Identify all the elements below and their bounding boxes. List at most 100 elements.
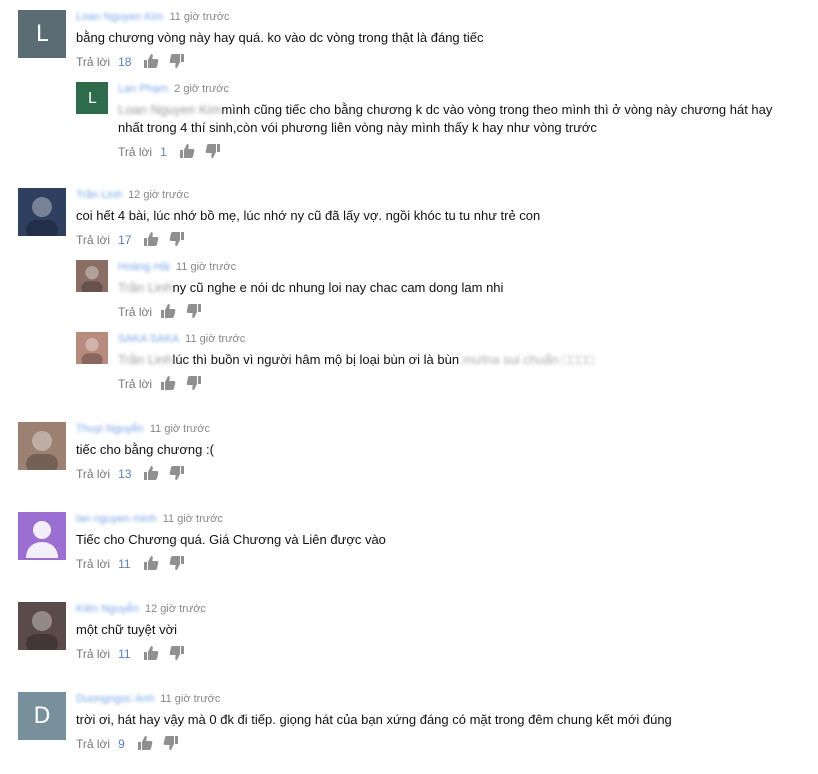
- avatar[interactable]: L: [76, 82, 108, 114]
- avatar-initial: L: [35, 21, 49, 47]
- reply-button[interactable]: Trả lời: [118, 377, 152, 391]
- avatar[interactable]: [18, 422, 66, 470]
- avatar[interactable]: [76, 332, 108, 364]
- comment-actions: Trả lời 1: [118, 142, 798, 162]
- author-name[interactable]: Trần Linh: [76, 189, 122, 201]
- comment-content: ny cũ nghe e nói dc nhung loi nay chac c…: [172, 280, 504, 295]
- comment-body: Trần Linh 12 giờ trước coi hết 4 bài, lúc …: [76, 188, 540, 250]
- comment-content: Tiếc cho Chương quá. Giá Chương và Liên …: [76, 532, 386, 547]
- mention-link[interactable]: Loan Nguyen Kim: [118, 102, 221, 117]
- comment-header: Thuyi Nguyễn 11 giờ trước: [76, 422, 214, 436]
- comment-text: coi hết 4 bài, lúc nhớ bồ mẹ, lúc nhớ ny…: [76, 207, 540, 225]
- thumbs-up-icon[interactable]: [143, 231, 161, 249]
- avatar-initial: D: [33, 703, 51, 729]
- thumbs-down-icon[interactable]: [169, 555, 187, 573]
- comment-header: Hoàng Hải 11 giờ trước: [118, 260, 798, 274]
- thumbs-down-icon[interactable]: [169, 231, 187, 249]
- comment-actions: Trả lời: [118, 374, 798, 394]
- comment-content: tiếc cho bằng chương :(: [76, 442, 214, 457]
- timestamp[interactable]: 11 giờ trước: [150, 423, 210, 435]
- author-name[interactable]: Lan Phạm: [118, 83, 168, 95]
- mention-link[interactable]: Trần Linh: [118, 280, 172, 295]
- comment-header: Trần Linh 12 giờ trước: [76, 188, 540, 202]
- comment-content: trời ơi, hát hay vậy mà 0 đk đi tiếp. gi…: [76, 712, 672, 727]
- thumbs-up-icon[interactable]: [143, 465, 161, 483]
- timestamp[interactable]: 11 giờ trước: [176, 261, 236, 273]
- avatar[interactable]: [18, 188, 66, 236]
- comment-body: SAKA SAKA 11 giờ trước Trần Linhlúc thì bu…: [118, 332, 798, 394]
- avatar[interactable]: L: [18, 10, 66, 58]
- reply-button[interactable]: Trả lời: [76, 55, 110, 69]
- avatar-initial: L: [87, 89, 97, 107]
- thumbs-down-icon[interactable]: [186, 375, 204, 393]
- reply-button[interactable]: Trả lời: [118, 305, 152, 319]
- comment-header: Lan Phạm 2 giờ trước: [118, 82, 798, 96]
- thumbs-down-icon[interactable]: [169, 465, 187, 483]
- comment-body: Lan Phạm 2 giờ trước Loan Nguyen Kimmình c…: [118, 82, 798, 162]
- author-name[interactable]: lan nguyen minh: [76, 513, 157, 525]
- comment-actions: Trả lời 11: [76, 554, 386, 574]
- thumbs-up-icon[interactable]: [143, 645, 161, 663]
- reply-button[interactable]: Trả lời: [118, 145, 152, 159]
- reply-button[interactable]: Trả lời: [76, 233, 110, 247]
- trailing-text: mưlna sui chuẩn □□□□: [462, 352, 594, 367]
- profile-photo: [81, 266, 103, 292]
- avatar[interactable]: [76, 260, 108, 292]
- reply-button[interactable]: Trả lời: [76, 557, 110, 571]
- thumbs-up-icon[interactable]: [137, 735, 155, 753]
- author-name[interactable]: Duongngoc Anh: [76, 693, 154, 705]
- timestamp[interactable]: 11 giờ trước: [185, 333, 245, 345]
- thumbs-down-icon[interactable]: [169, 645, 187, 663]
- timestamp[interactable]: 12 giờ trước: [128, 189, 189, 201]
- reply-button[interactable]: Trả lời: [76, 467, 110, 481]
- thumbs-down-icon[interactable]: [205, 143, 223, 161]
- thumbs-up-icon[interactable]: [179, 143, 197, 161]
- profile-photo: [26, 431, 58, 470]
- author-name[interactable]: Kiên Nguyễn: [76, 603, 139, 615]
- comment-actions: Trả lời 18: [76, 52, 484, 72]
- thumbs-down-icon[interactable]: [169, 53, 187, 71]
- like-count: 11: [118, 557, 131, 571]
- avatar[interactable]: [18, 512, 66, 560]
- comment-actions: Trả lời: [118, 302, 798, 322]
- comment-text: tiếc cho bằng chương :(: [76, 441, 214, 459]
- timestamp[interactable]: 2 giờ trước: [174, 83, 229, 95]
- profile-photo: [26, 611, 58, 650]
- author-name[interactable]: Loan Nguyen Kim: [76, 11, 163, 23]
- comment-text: trời ơi, hát hay vậy mà 0 đk đi tiếp. gi…: [76, 711, 672, 729]
- author-name[interactable]: Hoàng Hải: [118, 261, 170, 273]
- comment-header: Duongngoc Anh 11 giờ trước: [76, 692, 672, 706]
- default-user-icon: [26, 521, 58, 558]
- like-count: 18: [118, 55, 132, 69]
- thumbs-down-icon[interactable]: [163, 735, 181, 753]
- comment-content: coi hết 4 bài, lúc nhớ bồ mẹ, lúc nhớ ny…: [76, 208, 541, 223]
- thumbs-up-icon[interactable]: [143, 53, 161, 71]
- avatar[interactable]: D: [18, 692, 66, 740]
- comment-text: Trần Linhlúc thì buồn vì người hâm mộ bị…: [118, 351, 798, 369]
- reply-button[interactable]: Trả lời: [76, 737, 110, 751]
- timestamp[interactable]: 11 giờ trước: [160, 693, 220, 705]
- comment-actions: Trả lời 9: [76, 734, 672, 754]
- avatar[interactable]: [18, 602, 66, 650]
- author-name[interactable]: Thuyi Nguyễn: [76, 423, 144, 435]
- comment-body: Thuyi Nguyễn 11 giờ trước tiếc cho bằng ch…: [76, 422, 214, 484]
- thumbs-up-icon[interactable]: [143, 555, 161, 573]
- comment-text: Trần Linhny cũ nghe e nói dc nhung loi n…: [118, 279, 798, 297]
- comment-content: bằng chương vòng này hay quá. ko vào dc …: [76, 30, 484, 45]
- profile-photo: [26, 197, 58, 236]
- timestamp[interactable]: 11 giờ trước: [169, 11, 229, 23]
- like-count: 9: [118, 737, 125, 751]
- thumbs-down-icon[interactable]: [186, 303, 204, 321]
- timestamp[interactable]: 12 giờ trước: [145, 603, 206, 615]
- thumbs-up-icon[interactable]: [160, 303, 178, 321]
- mention-link[interactable]: Trần Linh: [118, 352, 172, 367]
- comment-text: Loan Nguyen Kimmình cũng tiếc cho bằng c…: [118, 101, 798, 137]
- author-name[interactable]: SAKA SAKA: [118, 333, 179, 345]
- comment-actions: Trả lời 13: [76, 464, 214, 484]
- reply-button[interactable]: Trả lời: [76, 647, 110, 661]
- comment-header: Kiên Nguyễn 12 giờ trước: [76, 602, 206, 616]
- comment-content: lúc thì buồn vì người hâm mộ bị loại bùn…: [172, 352, 460, 367]
- thumbs-up-icon[interactable]: [160, 375, 178, 393]
- comment-text: bằng chương vòng này hay quá. ko vào dc …: [76, 29, 484, 47]
- timestamp[interactable]: 11 giờ trước: [163, 513, 223, 525]
